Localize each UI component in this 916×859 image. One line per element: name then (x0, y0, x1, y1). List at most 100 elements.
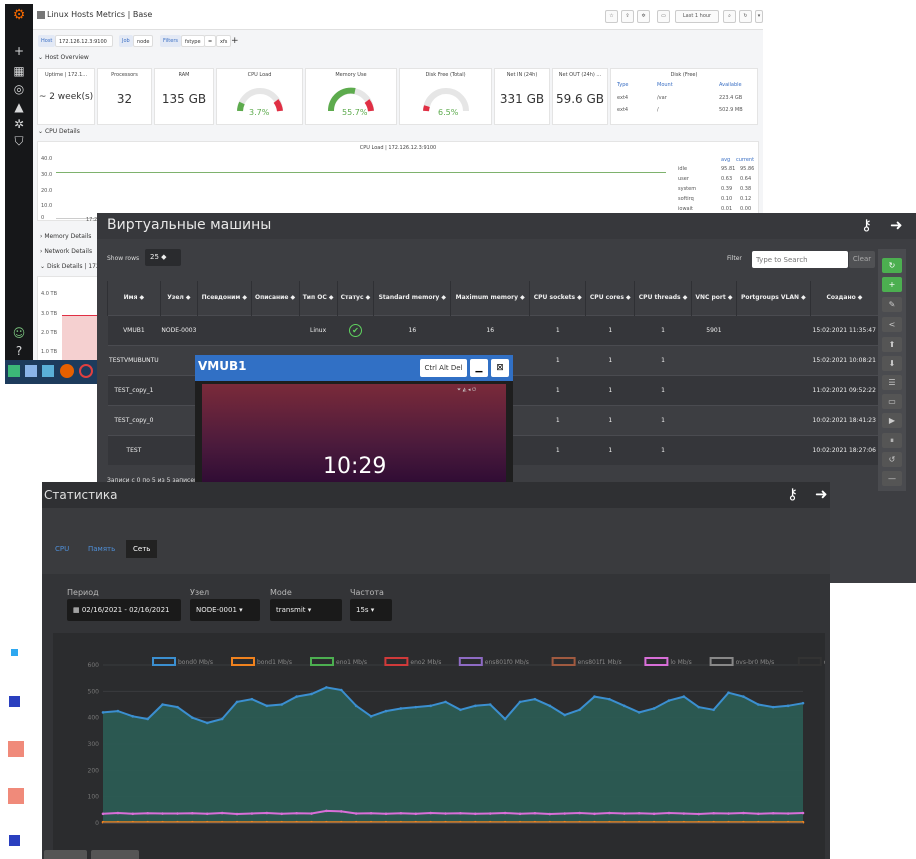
star-icon[interactable]: ☆ (605, 10, 618, 23)
refresh-icon[interactable]: ↻ (882, 258, 902, 273)
firefox-icon[interactable] (60, 364, 74, 378)
sort-icon[interactable]: ◆ (184, 294, 191, 301)
alerting-bell-icon[interactable]: ▲ (11, 100, 27, 114)
key-icon[interactable]: ⚷ (861, 216, 872, 234)
column-header[interactable]: Имя ◆ (107, 281, 161, 315)
file-manager-icon[interactable] (42, 365, 54, 377)
col-available[interactable]: Available (719, 82, 742, 88)
bottom-button[interactable] (44, 850, 87, 859)
pause-icon[interactable]: ⏸ (882, 433, 902, 448)
legend-current-header[interactable]: current (736, 157, 754, 163)
filters-value[interactable]: xfs (216, 35, 232, 47)
node-select[interactable]: NODE-0001 ▾ (190, 599, 260, 621)
column-header[interactable]: Узел ◆ (159, 281, 198, 315)
grafana-logo-icon[interactable]: ⚙ (11, 8, 27, 22)
console-icon[interactable]: ▭ (882, 394, 902, 409)
legend-item[interactable]: system (678, 186, 696, 192)
sort-icon[interactable]: ◆ (364, 294, 371, 301)
help-icon[interactable]: ? (11, 344, 27, 358)
download-icon[interactable]: ⬇ (882, 356, 902, 371)
frequency-select[interactable]: 15s ▾ (350, 599, 392, 621)
sort-icon[interactable]: ◆ (681, 294, 688, 301)
column-header[interactable]: CPU cores ◆ (585, 281, 635, 315)
close-icon[interactable]: ⊠ (491, 359, 509, 377)
column-header[interactable]: Статус ◆ (336, 281, 374, 315)
col-type[interactable]: Type (617, 82, 628, 88)
remove-icon[interactable]: — (882, 471, 902, 486)
legend-item[interactable]: idle (678, 166, 687, 172)
filters-key[interactable]: fstype (181, 35, 205, 47)
column-header[interactable]: Псевдоним ◆ (197, 281, 252, 315)
sort-icon[interactable]: ◆ (327, 294, 334, 301)
sort-icon[interactable]: ◆ (799, 294, 806, 301)
tab-network[interactable]: Сеть (126, 540, 158, 558)
logout-icon[interactable]: ➜ (815, 485, 828, 503)
ctrl-alt-del-button[interactable]: Ctrl Alt Del (420, 359, 467, 377)
column-header[interactable]: Создано ◆ (809, 281, 878, 315)
dashboard-title[interactable]: Linux Hosts Metrics | Base (47, 10, 152, 19)
avatar[interactable]: ☺ (11, 326, 27, 340)
mode-select[interactable]: transmit ▾ (270, 599, 342, 621)
column-header[interactable]: Standard memory ◆ (373, 281, 451, 315)
column-header[interactable]: Maximum memory ◆ (450, 281, 530, 315)
plus-icon[interactable]: + (11, 44, 27, 58)
minimize-button[interactable]: ▁ (470, 359, 488, 377)
row-host-overview[interactable]: ⌄ Host Overview (38, 54, 89, 61)
row-disk-details[interactable]: ⌄ Disk Details | 172. (40, 263, 102, 270)
sort-icon[interactable]: ◆ (518, 294, 525, 301)
explore-icon[interactable]: ◎ (11, 82, 27, 96)
add-icon[interactable]: + (882, 277, 902, 292)
period-picker[interactable]: ▦ 02/16/2021 - 02/16/2021 (67, 599, 181, 621)
column-header[interactable]: Тип ОС ◆ (298, 281, 338, 315)
upload-icon[interactable]: ⬆ (882, 337, 902, 352)
shield-icon[interactable]: ⛉ (11, 134, 27, 148)
show-desktop-icon[interactable] (25, 365, 37, 377)
app-icon[interactable] (79, 364, 93, 378)
column-header[interactable]: VNC port ◆ (691, 281, 737, 315)
tab-cpu[interactable]: CPU (48, 540, 76, 558)
share-icon[interactable]: ⇪ (621, 10, 634, 23)
column-header[interactable]: CPU sockets ◆ (529, 281, 586, 315)
chevron-down-icon[interactable]: ▾ (755, 10, 763, 23)
settings-gear-icon[interactable]: ✲ (637, 10, 650, 23)
tv-mode-icon[interactable]: ▭ (657, 10, 670, 23)
clear-button[interactable]: Clear (849, 251, 875, 268)
logout-icon[interactable]: ➜ (890, 216, 903, 234)
add-filter-button[interactable]: + (231, 35, 239, 47)
sort-icon[interactable]: ◆ (439, 294, 446, 301)
search-input[interactable] (752, 251, 848, 268)
sort-icon[interactable]: ◆ (288, 294, 296, 301)
table-row[interactable]: VMUB1 NODE-0003 Linux ✔ 16 16 1 1 1 5901 15:02:202… (107, 314, 878, 345)
column-header[interactable]: Описание ◆ (250, 281, 300, 315)
legend-avg-header[interactable]: avg (721, 157, 730, 163)
row-cpu-details[interactable]: ⌄ CPU Details (38, 128, 80, 135)
job-var-select[interactable]: node (133, 35, 154, 47)
sort-icon[interactable]: ◆ (240, 294, 247, 301)
row-memory-details[interactable]: › Memory Details (40, 233, 91, 240)
vnc-screen[interactable]: ⏷ ◭ ◂ ⏻ 10:29 (202, 384, 506, 488)
time-range-picker[interactable]: Last 1 hour (675, 10, 719, 23)
restart-icon[interactable]: ↺ (882, 452, 902, 467)
show-rows-select[interactable]: 25 ◆ (145, 249, 181, 266)
column-header[interactable]: Portgroups VLAN ◆ (735, 281, 811, 315)
gear-icon[interactable]: ✲ (11, 117, 27, 131)
share-icon[interactable]: < (882, 317, 902, 332)
filters-operator[interactable]: = (204, 35, 217, 47)
sort-icon[interactable]: ◆ (856, 294, 863, 301)
sort-icon[interactable]: ◆ (137, 294, 145, 301)
sort-icon[interactable]: ◆ (624, 294, 631, 301)
bottom-button[interactable] (91, 850, 139, 859)
sort-icon[interactable]: ◆ (726, 294, 733, 301)
refresh-icon[interactable]: ↻ (739, 10, 752, 23)
list-icon[interactable]: ☰ (882, 375, 902, 390)
column-header[interactable]: CPU threads ◆ (634, 281, 692, 315)
host-var-select[interactable]: 172.126.12.3:9100 (55, 35, 113, 47)
tab-memory[interactable]: Память (81, 540, 122, 558)
dashboards-icon[interactable]: ▦ (11, 64, 27, 78)
zoom-out-icon[interactable]: ⌕ (723, 10, 736, 23)
legend-item[interactable]: iowait (678, 206, 693, 212)
legend-item[interactable]: softirq (678, 196, 694, 202)
row-network-details[interactable]: › Network Details (40, 248, 92, 255)
legend-item[interactable]: user (678, 176, 689, 182)
play-icon[interactable]: ▶ (882, 413, 902, 428)
